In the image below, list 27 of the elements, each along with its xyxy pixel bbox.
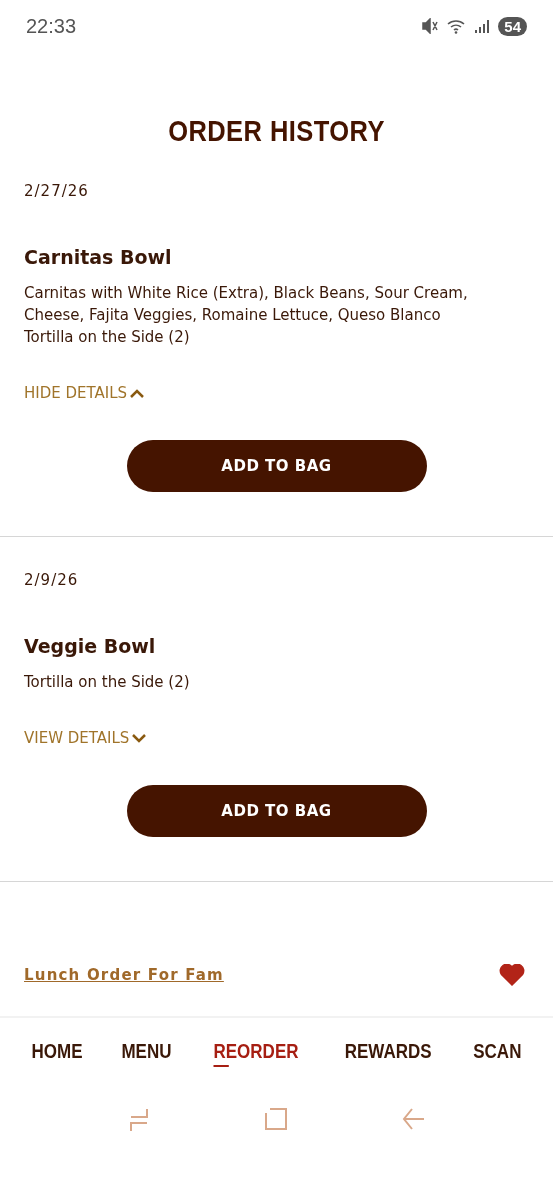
details-toggle[interactable]: VIEW DETAILS: [24, 729, 148, 747]
add-to-bag-button[interactable]: ADD TO BAG: [126, 440, 427, 492]
page-title: ORDER HISTORY: [167, 114, 386, 148]
nav-tab[interactable]: MENU: [121, 1040, 172, 1067]
chevron-up-icon: [129, 387, 146, 399]
order-detail: Tortilla on the Side (2): [24, 672, 191, 693]
order-detail: Carnitas with White Rice (Extra), Black Beans, Sour Cream, Cheese, Fajita Veggies, Romaine Lettuce, Queso Blanco: [24, 283, 469, 326]
details-toggle[interactable]: HIDE DETAILS: [24, 384, 146, 402]
order-name: Carnitas Bowl: [24, 246, 173, 268]
mute-icon: [422, 18, 439, 34]
chevron-down-icon: [131, 732, 148, 744]
wifi-icon: [446, 18, 467, 34]
order-name: Veggie Bowl: [24, 635, 157, 657]
signal-icon: [474, 18, 491, 34]
order-date: 2/9/26: [24, 571, 80, 589]
nav-tab[interactable]: REWARDS: [344, 1040, 432, 1067]
battery-level: 54: [498, 16, 527, 36]
order-date: 2/27/26: [24, 182, 90, 200]
favorite-order-link[interactable]: Lunch Order For Fam: [24, 966, 224, 984]
nav-tab[interactable]: SCAN: [473, 1040, 522, 1067]
status-time: 22:33: [26, 14, 77, 38]
nav-tab[interactable]: REORDER: [213, 1040, 299, 1067]
heart-icon[interactable]: [499, 964, 525, 986]
add-to-bag-button[interactable]: ADD TO BAG: [126, 785, 427, 837]
nav-tab[interactable]: HOME: [31, 1040, 83, 1067]
home-icon[interactable]: [264, 1107, 289, 1133]
order-detail: Tortilla on the Side (2): [24, 327, 191, 348]
